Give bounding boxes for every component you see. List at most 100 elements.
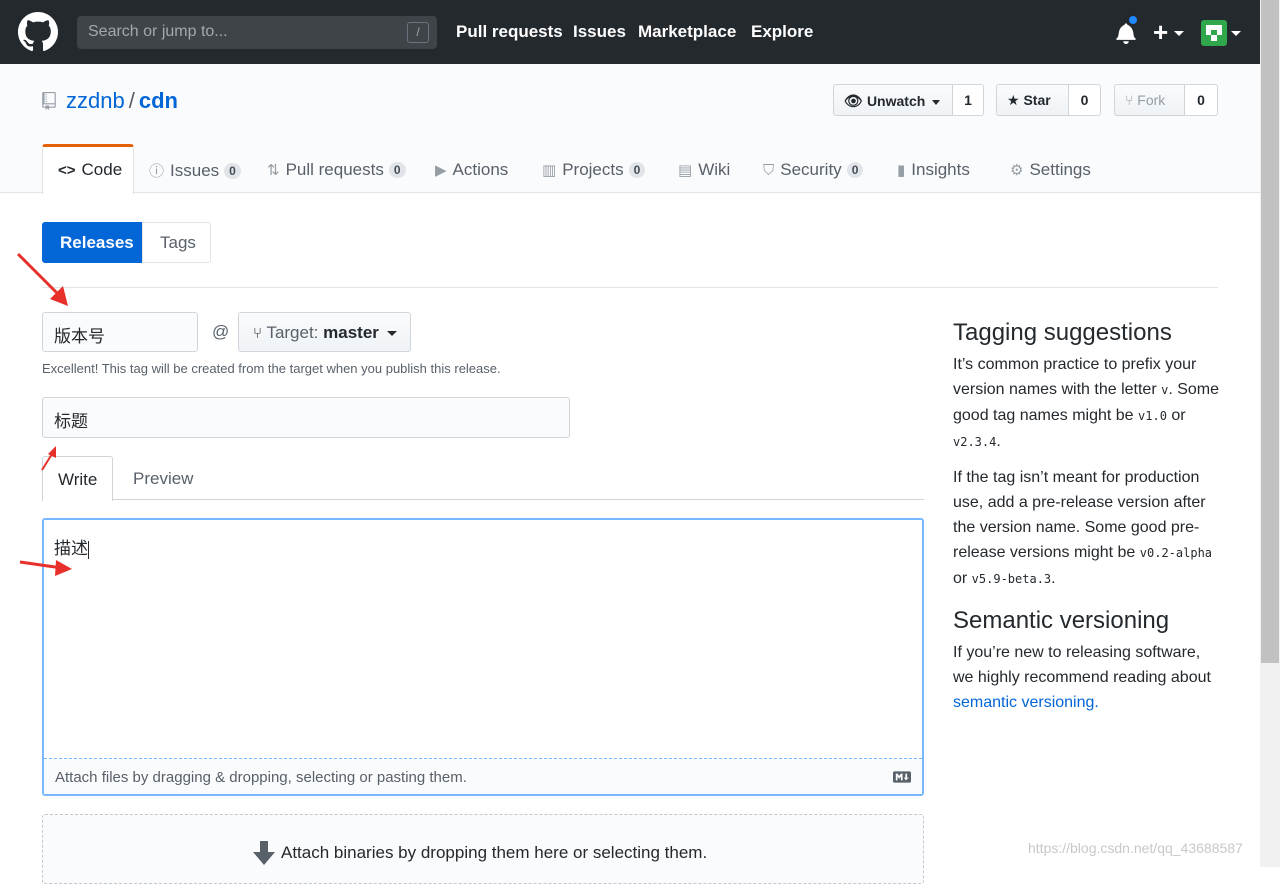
star-icon: ★ bbox=[1007, 92, 1020, 108]
star-count[interactable]: 0 bbox=[1069, 84, 1101, 116]
nav-issues[interactable]: Issues bbox=[573, 22, 626, 42]
attach-files-bar[interactable]: Attach files by dragging & dropping, sel… bbox=[44, 758, 922, 794]
p1-text-d: . bbox=[996, 433, 1001, 450]
book-icon: ▤ bbox=[678, 162, 693, 179]
nav-explore[interactable]: Explore bbox=[751, 22, 813, 42]
tab-code[interactable]: <> Code bbox=[58, 160, 122, 180]
p2-text-b: or bbox=[953, 570, 972, 587]
tab-insights-label: Insights bbox=[911, 160, 970, 179]
create-new-plus-icon[interactable]: + bbox=[1153, 17, 1168, 48]
semantic-versioning-heading: Semantic versioning bbox=[953, 607, 1170, 634]
markdown-icon[interactable] bbox=[893, 771, 911, 783]
subnav-tags[interactable]: Tags bbox=[142, 222, 211, 263]
eye-icon: 👁 bbox=[844, 93, 864, 110]
p1-text-a: It’s common practice to prefix your vers… bbox=[953, 356, 1197, 398]
unwatch-label: Unwatch bbox=[866, 93, 926, 109]
identicon-icon bbox=[1206, 25, 1222, 41]
tag-note: Excellent! This tag will be created from… bbox=[42, 361, 501, 376]
graph-icon: ▮ bbox=[897, 162, 906, 179]
annotation-arrow-icon bbox=[41, 446, 56, 471]
star-button[interactable]: ★ Star bbox=[996, 84, 1069, 116]
attach-files-hint: Attach files by dragging & dropping, sel… bbox=[55, 769, 467, 786]
arrow-down-icon bbox=[253, 841, 275, 865]
caret-down-icon bbox=[387, 331, 397, 336]
watch-count[interactable]: 1 bbox=[953, 84, 984, 116]
tab-pull-requests-count: 0 bbox=[388, 162, 406, 178]
repo-book-icon bbox=[42, 92, 56, 110]
tagging-suggestions-heading: Tagging suggestions bbox=[953, 319, 1172, 346]
project-icon: ▥ bbox=[542, 162, 557, 179]
tagging-paragraph-2: If the tag isn’t meant for production us… bbox=[953, 465, 1219, 592]
p1-text-c: or bbox=[1166, 407, 1186, 424]
caret-down-icon bbox=[932, 99, 941, 105]
code-v0-2-alpha: v0.2-alpha bbox=[1139, 546, 1213, 560]
repo-name-link[interactable]: cdn bbox=[139, 88, 178, 113]
tab-projects[interactable]: ▥ Projects 0 bbox=[542, 160, 646, 180]
target-prefix: Target: bbox=[266, 323, 319, 342]
tab-code-label: Code bbox=[81, 160, 123, 179]
tab-settings-label: Settings bbox=[1029, 160, 1091, 179]
tab-projects-label: Projects bbox=[562, 160, 624, 179]
code-v2-3-4: v2.3.4 bbox=[953, 435, 997, 449]
gear-icon: ⚙ bbox=[1010, 162, 1024, 179]
unread-dot-icon bbox=[1127, 14, 1139, 26]
divider bbox=[42, 287, 1218, 288]
avatar-caret-icon bbox=[1231, 31, 1241, 36]
code-v5-9-beta-3: v5.9-beta.3 bbox=[971, 572, 1052, 586]
tab-security-count: 0 bbox=[846, 162, 864, 178]
play-icon: ▶ bbox=[435, 162, 447, 179]
nav-marketplace[interactable]: Marketplace bbox=[638, 22, 736, 42]
release-title-input[interactable]: 标题 bbox=[42, 397, 570, 438]
tab-settings[interactable]: ⚙ Settings bbox=[1010, 160, 1091, 180]
github-logo-icon[interactable] bbox=[18, 12, 58, 52]
tab-security-label: Security bbox=[780, 160, 842, 179]
fork-label: Fork bbox=[1137, 92, 1166, 108]
tab-insights[interactable]: ▮ Insights bbox=[897, 160, 970, 180]
release-description-textarea[interactable]: 描述 Attach files by dragging & dropping, … bbox=[42, 518, 924, 796]
fork-count[interactable]: 0 bbox=[1185, 84, 1218, 116]
tab-security[interactable]: ⛉ Security 0 bbox=[763, 160, 864, 180]
search-placeholder: Search or jump to... bbox=[88, 23, 228, 40]
fork-icon: ⑂ bbox=[1125, 92, 1134, 108]
fork-button[interactable]: ⑂ Fork bbox=[1114, 84, 1185, 116]
unwatch-button[interactable]: 👁 Unwatch bbox=[833, 84, 953, 116]
search-input[interactable]: Search or jump to... / bbox=[77, 16, 437, 49]
issue-opened-icon: ⓘ bbox=[149, 163, 165, 180]
tab-issues[interactable]: ⓘ Issues 0 bbox=[149, 160, 241, 181]
repo-separator: / bbox=[128, 88, 135, 113]
tab-preview[interactable]: Preview bbox=[118, 456, 208, 500]
annotation-arrow-icon bbox=[16, 252, 68, 306]
p3-text-a: If you’re new to releasing software, we … bbox=[953, 644, 1211, 686]
search-shortcut-key: / bbox=[407, 22, 429, 43]
tab-issues-count: 0 bbox=[224, 162, 241, 179]
tab-wiki-label: Wiki bbox=[698, 160, 731, 179]
tab-wiki[interactable]: ▤ Wiki bbox=[678, 160, 730, 180]
text-cursor bbox=[88, 540, 89, 559]
tab-projects-count: 0 bbox=[628, 162, 646, 178]
git-pull-request-icon: ⇅ bbox=[267, 162, 280, 179]
nav-pull-requests[interactable]: Pull requests bbox=[456, 22, 563, 42]
tagging-suggestions-panel: Tagging suggestions It’s common practice… bbox=[953, 318, 1219, 715]
git-branch-icon: ⑂ bbox=[253, 325, 263, 342]
tab-pull-requests-label: Pull requests bbox=[285, 160, 384, 179]
shield-icon: ⛉ bbox=[763, 161, 775, 179]
semantic-versioning-link[interactable]: semantic versioning. bbox=[953, 694, 1099, 711]
at-sign: @ bbox=[212, 322, 230, 341]
annotation-arrow-icon bbox=[19, 560, 72, 576]
watermark: https://blog.csdn.net/qq_43688587 bbox=[1028, 840, 1243, 856]
repo-owner-link[interactable]: zzdnb bbox=[66, 88, 125, 113]
tab-actions[interactable]: ▶ Actions bbox=[435, 160, 508, 180]
target-branch-name: master bbox=[323, 323, 379, 342]
tab-pull-requests[interactable]: ⇅ Pull requests 0 bbox=[267, 160, 406, 180]
code-v1-0: v1.0 bbox=[1138, 409, 1167, 423]
global-header: Search or jump to... / Pull requests Iss… bbox=[0, 0, 1260, 64]
tab-issues-label: Issues bbox=[170, 160, 220, 180]
scrollbar-thumb[interactable] bbox=[1261, 0, 1279, 663]
target-branch-select[interactable]: ⑂ Target: master bbox=[238, 312, 411, 352]
tab-actions-label: Actions bbox=[452, 160, 509, 179]
tag-version-input[interactable]: 版本号 bbox=[42, 312, 198, 352]
p2-text-c: . bbox=[1051, 570, 1056, 587]
binaries-drop-zone[interactable]: Attach binaries by dropping them here or… bbox=[42, 814, 924, 884]
create-caret-icon bbox=[1174, 31, 1184, 36]
avatar[interactable] bbox=[1201, 20, 1227, 46]
